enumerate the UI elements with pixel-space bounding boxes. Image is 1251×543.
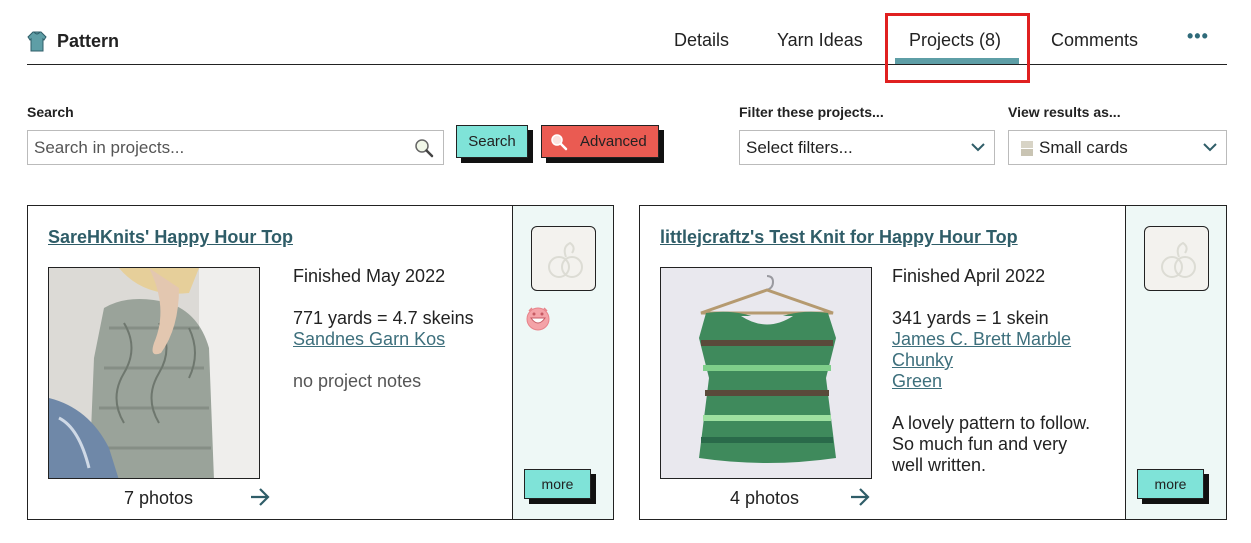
- project-status: Finished April 2022: [892, 266, 1046, 286]
- project-photo[interactable]: [660, 267, 872, 479]
- photo-count: 4 photos: [730, 488, 800, 508]
- page-title: Pattern: [57, 30, 120, 51]
- project-notes-line: So much fun and very: [892, 434, 1068, 454]
- yarn-ball-icon: [1161, 241, 1196, 278]
- yarn-ball-icon: [548, 241, 583, 278]
- project-notes-line: A lovely pattern to follow.: [892, 413, 1091, 433]
- magnifier-icon[interactable]: [414, 138, 434, 158]
- project-notes: A lovely pattern to follow. So much fun …: [892, 413, 1090, 476]
- yarn-colorway-link[interactable]: Green: [892, 371, 1071, 392]
- advanced-button-label: Advanced: [580, 133, 647, 150]
- more-button[interactable]: more: [524, 469, 591, 499]
- card-sidebar: more: [1125, 206, 1226, 519]
- highlight-box: [885, 13, 1030, 83]
- project-notes-line: well written.: [892, 455, 987, 475]
- project-yardage: 771 yards = 4.7 skeins: [293, 308, 474, 328]
- arrow-right-icon[interactable]: [850, 488, 870, 506]
- view-select-value: Small cards: [1039, 138, 1128, 157]
- advanced-search-button[interactable]: Advanced: [541, 125, 659, 158]
- happy-face-icon: [526, 307, 550, 331]
- filter-label: Filter these projects...: [739, 104, 884, 120]
- project-yardage: 341 yards = 1 skein: [892, 308, 1049, 328]
- tab-comments[interactable]: Comments: [1051, 30, 1138, 51]
- project-card: littlejcraftz's Test Knit for Happy Hour…: [639, 205, 1227, 520]
- tab-more-menu[interactable]: •••: [1187, 26, 1209, 47]
- more-button[interactable]: more: [1137, 469, 1204, 499]
- yarn-thumbnail[interactable]: [531, 226, 596, 291]
- yarn-link[interactable]: James C. Brett Marble: [892, 329, 1071, 350]
- chevron-down-icon: [1203, 143, 1217, 152]
- tab-details[interactable]: Details: [674, 30, 729, 51]
- project-yarn-info: 771 yards = 4.7 skeins Sandnes Garn Kos: [293, 308, 474, 350]
- project-photo-image: [49, 268, 259, 478]
- yarn-link[interactable]: Chunky: [892, 350, 1071, 371]
- view-select[interactable]: Small cards: [1008, 130, 1227, 165]
- sweater-icon: [27, 31, 47, 52]
- project-photo-image: [661, 268, 871, 478]
- advanced-magnifier-icon: [551, 134, 568, 151]
- card-sidebar: more: [512, 206, 613, 519]
- project-notes: no project notes: [293, 371, 422, 391]
- filter-select[interactable]: Select filters...: [739, 130, 995, 165]
- project-photo[interactable]: [48, 267, 260, 479]
- tab-yarn-ideas[interactable]: Yarn Ideas: [777, 30, 863, 51]
- search-button[interactable]: Search: [456, 125, 528, 158]
- yarn-link[interactable]: Sandnes Garn Kos: [293, 329, 474, 350]
- small-cards-icon: [1021, 141, 1033, 156]
- search-input[interactable]: [27, 130, 444, 165]
- project-yarn-info: 341 yards = 1 skein James C. Brett Marbl…: [892, 308, 1071, 392]
- project-card: SareHKnits' Happy Hour Top 7 photos Fini…: [27, 205, 614, 520]
- view-label: View results as...: [1008, 104, 1121, 120]
- chevron-down-icon: [971, 143, 985, 152]
- filter-select-value: Select filters...: [746, 138, 853, 157]
- photo-count: 7 photos: [124, 488, 194, 508]
- tab-bar: Details Yarn Ideas Projects (8) Comments…: [674, 0, 1251, 65]
- project-title-link[interactable]: littlejcraftz's Test Knit for Happy Hour…: [660, 227, 1018, 248]
- pattern-header: Pattern: [27, 0, 1227, 65]
- yarn-thumbnail[interactable]: [1144, 226, 1209, 291]
- arrow-right-icon[interactable]: [250, 488, 270, 506]
- project-title-link[interactable]: SareHKnits' Happy Hour Top: [48, 227, 293, 248]
- search-label: Search: [27, 104, 74, 120]
- brand: Pattern: [27, 30, 119, 52]
- project-status: Finished May 2022: [293, 266, 446, 286]
